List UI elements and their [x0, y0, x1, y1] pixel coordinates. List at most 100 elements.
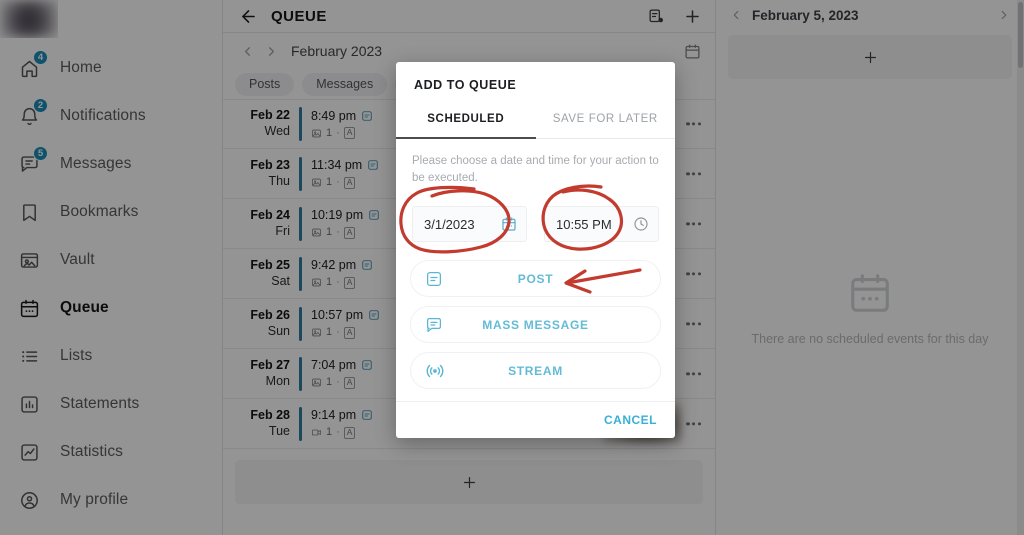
- home-icon: 4: [14, 50, 48, 83]
- day-panel: February 5, 2023 There are no scheduled …: [716, 0, 1024, 535]
- cancel-button[interactable]: CANCEL: [604, 413, 657, 427]
- queue-row-weekday: Tue: [268, 423, 290, 438]
- sidebar-item-statistics[interactable]: Statistics: [0, 428, 222, 476]
- page-scrollbar-track[interactable]: [1017, 0, 1024, 535]
- queue-row-attr-line: 1 · A: [311, 175, 379, 189]
- add-to-queue-dialog: ADD TO QUEUE SCHEDULED SAVE FOR LATER Pl…: [396, 62, 675, 439]
- sidebar-item-lists[interactable]: Lists: [0, 332, 222, 380]
- queue-row-meta: 10:57 pm 1 · A: [302, 307, 380, 340]
- image-icon: [311, 227, 322, 238]
- queue-row-date: Feb 25 Sat: [237, 258, 299, 289]
- queue-row-date-value: Feb 28: [250, 407, 290, 422]
- tab-active-indicator: [396, 136, 536, 139]
- bookmark-icon: [14, 197, 44, 227]
- queue-row-more-button[interactable]: [686, 371, 701, 376]
- queue-row-tag: A: [343, 426, 356, 439]
- queue-row-time: 7:04 pm: [311, 358, 357, 373]
- queue-row-more-button[interactable]: [686, 221, 701, 226]
- queue-row-media-count: 1: [326, 426, 333, 439]
- tab-scheduled[interactable]: SCHEDULED: [396, 104, 536, 138]
- chevron-left-icon[interactable]: [726, 5, 746, 25]
- day-panel-empty-text: There are no scheduled events for this d…: [751, 332, 989, 346]
- separator-dot: ·: [336, 126, 340, 139]
- time-field[interactable]: 10:55 PM: [544, 206, 659, 243]
- queue-row-media-count: 1: [326, 276, 333, 289]
- list-icon: [14, 341, 44, 371]
- day-panel-add-button[interactable]: [728, 35, 1012, 79]
- arrow-left-icon[interactable]: [237, 5, 259, 27]
- separator-dot: ·: [336, 326, 340, 339]
- sidebar-item-notifications[interactable]: 2 Notifications: [0, 92, 222, 140]
- date-value: 3/1/2023: [424, 216, 475, 232]
- sidebar-item-more[interactable]: More: [0, 524, 222, 535]
- sidebar-item-my-profile[interactable]: My profile: [0, 476, 222, 524]
- chevron-right-icon[interactable]: [994, 5, 1014, 25]
- post-icon: [368, 209, 380, 221]
- queue-row-time-line: 11:34 pm: [311, 157, 379, 173]
- badge-count: 5: [33, 146, 48, 161]
- avatar-image: [0, 0, 58, 38]
- mass-message-button[interactable]: MASS MESSAGE: [410, 306, 661, 344]
- queue-row-more-button[interactable]: [686, 122, 701, 126]
- sidebar-item-label: Statements: [60, 395, 140, 412]
- queue-row-date: Feb 28 Tue: [237, 408, 299, 439]
- sidebar-item-queue[interactable]: Queue: [0, 284, 222, 332]
- day-panel-date: February 5, 2023: [752, 7, 859, 23]
- image-icon: [311, 277, 322, 288]
- queue-row-date: Feb 26 Sun: [237, 308, 299, 339]
- chart-bar-icon: [14, 389, 44, 419]
- calendar-icon: [14, 293, 44, 323]
- separator-dot: ·: [336, 226, 340, 239]
- queue-row-tag: A: [343, 276, 356, 289]
- queue-topbar-actions: [645, 5, 703, 27]
- stream-button[interactable]: STREAM: [410, 352, 661, 390]
- stream-button-label: STREAM: [508, 363, 563, 378]
- chevron-right-icon[interactable]: [259, 39, 283, 63]
- queue-add-row-button[interactable]: [235, 460, 703, 504]
- clock-icon[interactable]: [633, 216, 649, 232]
- post-button[interactable]: POST: [410, 260, 661, 298]
- dialog-body: Please choose a date and time for your a…: [396, 139, 675, 252]
- datetime-fields: 3/1/2023 10:55 PM: [412, 206, 659, 243]
- queue-row-date: Feb 23 Thu: [237, 158, 299, 189]
- queue-row-time: 9:14 pm: [311, 408, 357, 423]
- queue-row-more-button[interactable]: [686, 321, 701, 326]
- sidebar-item-statements[interactable]: Statements: [0, 380, 222, 428]
- sidebar-item-label: Queue: [60, 299, 109, 316]
- queue-row-attr-line: 1 · A: [311, 375, 373, 389]
- sidebar-item-bookmarks[interactable]: Bookmarks: [0, 188, 222, 236]
- queue-settings-icon[interactable]: [645, 5, 667, 27]
- user-circle-icon: [14, 485, 44, 515]
- queue-row-time-line: 9:14 pm: [311, 407, 373, 423]
- sidebar-item-vault[interactable]: Vault: [0, 236, 222, 284]
- date-field[interactable]: 3/1/2023: [412, 206, 527, 243]
- dialog-description: Please choose a date and time for your a…: [412, 155, 659, 184]
- queue-row-more-button[interactable]: [686, 421, 701, 426]
- queue-row-date: Feb 24 Fri: [237, 208, 299, 239]
- calendar-icon[interactable]: [501, 216, 517, 232]
- sidebar-item-messages[interactable]: 5 Messages: [0, 140, 222, 188]
- dialog-tabs: SCHEDULED SAVE FOR LATER: [396, 104, 675, 139]
- queue-row-more-button[interactable]: [686, 171, 701, 176]
- filter-chip[interactable]: Posts: [235, 72, 295, 96]
- filter-chip[interactable]: Messages: [302, 72, 388, 96]
- queue-row-date-value: Feb 24: [250, 207, 290, 222]
- queue-row-more-button[interactable]: [686, 271, 701, 276]
- plus-icon[interactable]: [681, 5, 703, 27]
- tab-save-for-later[interactable]: SAVE FOR LATER: [536, 104, 676, 138]
- sidebar-item-home[interactable]: 4 Home: [0, 44, 222, 92]
- page-scrollbar-thumb[interactable]: [1018, 2, 1023, 68]
- avatar[interactable]: [0, 0, 58, 38]
- chevron-left-icon[interactable]: [235, 39, 259, 63]
- post-icon: [367, 159, 379, 171]
- queue-row-weekday: Sat: [271, 273, 290, 288]
- queue-row-time: 10:57 pm: [311, 308, 364, 323]
- queue-row-tag: A: [343, 376, 356, 389]
- queue-row-weekday: Wed: [264, 124, 290, 138]
- calendar-icon[interactable]: [681, 40, 703, 62]
- app-root: 4 Home 2 Notifications 5 Messages Bookmarks Vau…: [0, 0, 1024, 535]
- queue-row-media-count: 1: [326, 326, 333, 339]
- queue-row-attr-line: 1 · A: [311, 225, 380, 239]
- dialog-title: ADD TO QUEUE: [414, 78, 517, 92]
- queue-row-weekday: Fri: [275, 223, 290, 238]
